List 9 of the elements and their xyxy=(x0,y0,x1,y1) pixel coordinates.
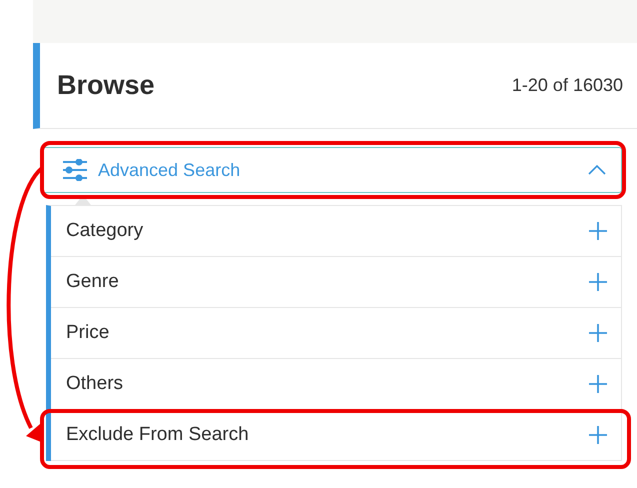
sliders-icon xyxy=(62,159,88,181)
plus-icon xyxy=(589,273,607,291)
result-count: 1-20 of 16030 xyxy=(512,75,623,96)
plus-icon xyxy=(589,426,607,444)
caret-icon xyxy=(588,165,606,175)
plus-icon xyxy=(589,375,607,393)
page-title: Browse xyxy=(57,70,155,101)
plus-icon xyxy=(589,222,607,240)
plus-icon xyxy=(589,324,607,342)
